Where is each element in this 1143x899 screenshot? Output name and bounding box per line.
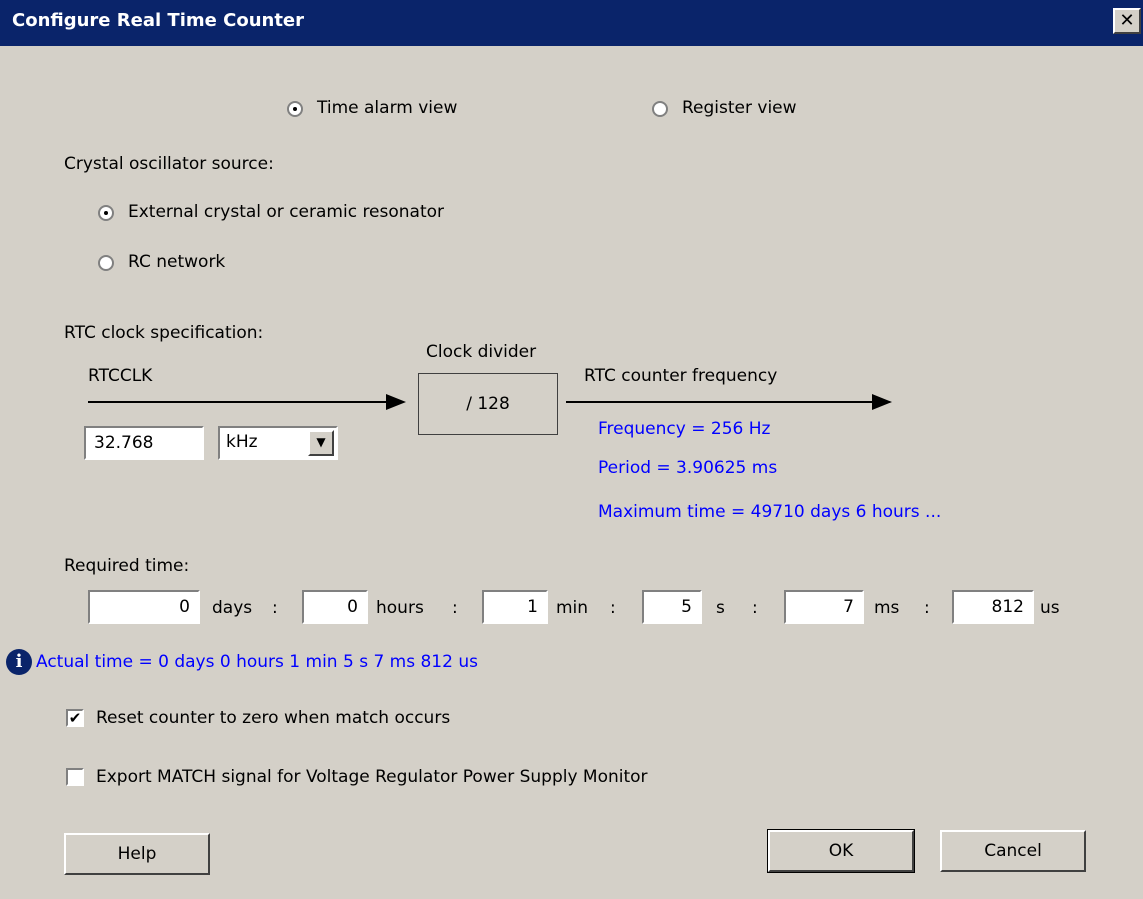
clock-divider-box: / 128 [418,373,558,435]
us-input[interactable] [952,590,1034,624]
register-view-radio[interactable] [652,101,668,117]
frequency-text: Frequency = 256 Hz [598,419,771,439]
days-input[interactable] [88,590,200,624]
separator: : [452,598,458,618]
export-match-checkbox[interactable] [66,768,84,786]
separator: : [924,598,930,618]
cancel-button[interactable]: Cancel [940,830,1086,872]
rc-network-radio[interactable] [98,255,114,271]
period-text: Period = 3.90625 ms [598,458,778,478]
us-unit: us [1040,598,1060,618]
rtc-spec-heading: RTC clock specification: [64,323,264,343]
required-time-heading: Required time: [64,556,190,576]
ok-button[interactable]: OK [767,829,915,873]
external-crystal-label[interactable]: External crystal or ceramic resonator [128,202,444,222]
info-icon: i [6,649,32,675]
oscillator-heading: Crystal oscillator source: [64,154,274,174]
reset-counter-checkbox[interactable]: ✔ [66,709,84,727]
min-unit: min [556,598,589,618]
reset-counter-label[interactable]: Reset counter to zero when match occurs [96,708,450,728]
export-match-label[interactable]: Export MATCH signal for Voltage Regulato… [96,767,648,787]
separator: : [752,598,758,618]
rtcclk-input[interactable] [84,426,204,460]
window-title: Configure Real Time Counter [12,10,305,31]
separator: : [272,598,278,618]
max-time-text: Maximum time = 49710 days 6 hours ... [598,502,942,522]
separator: : [610,598,616,618]
ms-unit: ms [874,598,900,618]
chevron-down-icon[interactable]: ▼ [308,430,334,456]
s-input[interactable] [642,590,702,624]
clock-divider-label: Clock divider [426,342,537,362]
min-input[interactable] [482,590,548,624]
register-view-label[interactable]: Register view [682,98,797,118]
counter-frequency-label: RTC counter frequency [584,366,778,386]
counter-arrowhead [872,394,892,410]
hours-unit: hours [376,598,424,618]
rtcclk-label: RTCCLK [88,366,153,386]
unit-select[interactable]: kHz ▼ [218,426,338,460]
hours-input[interactable] [302,590,368,624]
close-button[interactable]: ✕ [1113,8,1141,34]
external-crystal-radio[interactable] [98,205,114,221]
time-alarm-view-radio[interactable] [287,101,303,117]
rtcclk-arrowhead [386,394,406,410]
rtcclk-arrow-line [88,401,388,403]
unit-select-value: kHz [226,432,258,452]
rc-network-label[interactable]: RC network [128,252,225,272]
counter-arrow-line [566,401,874,403]
s-unit: s [716,598,725,618]
ms-input[interactable] [784,590,864,624]
title-bar: Configure Real Time Counter ✕ [0,0,1143,46]
actual-time-text: Actual time = 0 days 0 hours 1 min 5 s 7… [36,652,478,672]
days-unit: days [212,598,253,618]
time-alarm-view-label[interactable]: Time alarm view [317,98,457,118]
help-button[interactable]: Help [64,833,210,875]
